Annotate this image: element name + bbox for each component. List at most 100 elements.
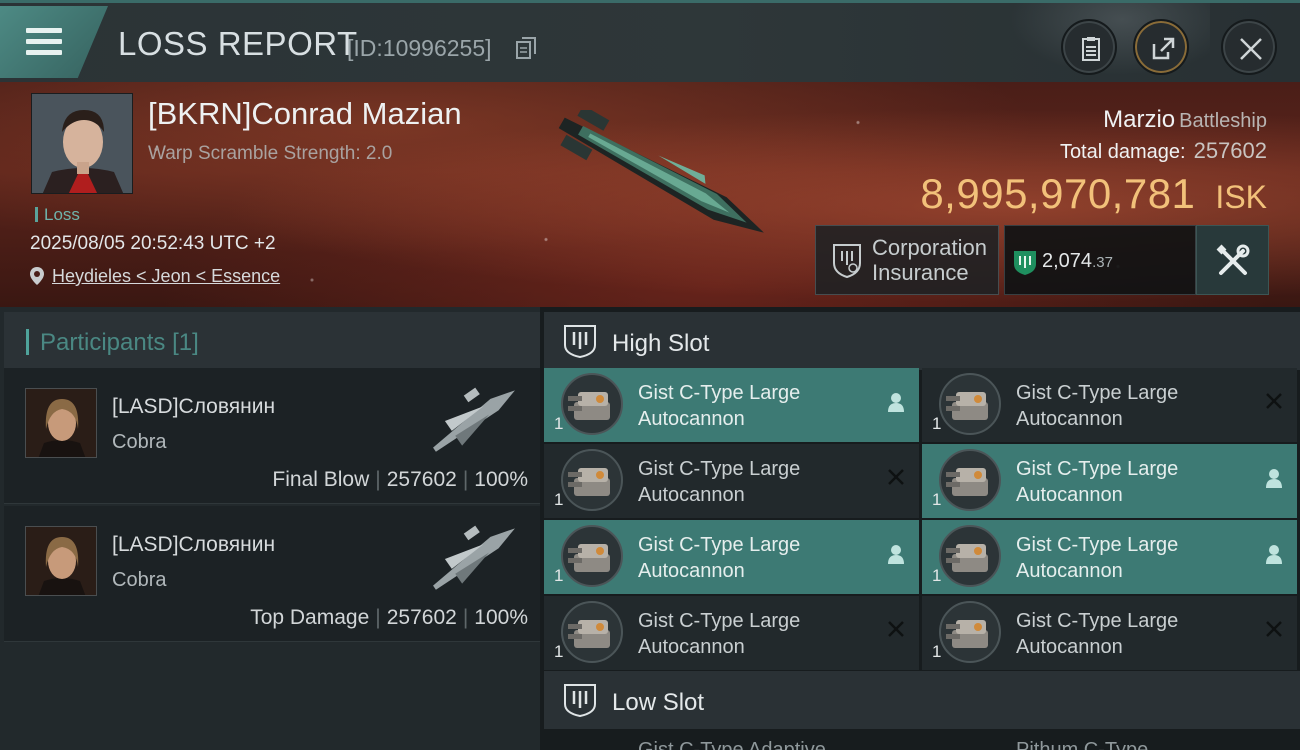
- share-icon: [1152, 37, 1175, 60]
- low-slot-module-peek[interactable]: Gist C-Type Adaptive: [638, 739, 826, 750]
- report-id: [ID:10996255]: [347, 35, 492, 61]
- stat-divider: |: [462, 606, 469, 629]
- participant-percent: 100%: [474, 468, 528, 491]
- module-quantity: 1: [554, 490, 564, 509]
- module-name-line2: Autocannon: [638, 636, 745, 658]
- participant-row[interactable]: [LASD]Словянин Cobra Final Blow | 257602 | 1…: [4, 368, 540, 504]
- autocannon-turret-icon: [560, 372, 624, 436]
- participant-role: Final Blow: [272, 468, 370, 491]
- insurance-shield-icon: [833, 244, 861, 279]
- stat-divider: |: [375, 606, 381, 629]
- total-damage-value: 257602: [1193, 138, 1267, 163]
- participants-count: [1]: [172, 329, 199, 356]
- page-title: LOSS REPORT: [118, 25, 358, 62]
- destroyed-cross-icon: [1265, 392, 1283, 415]
- module-quantity: 1: [554, 642, 564, 661]
- module-tile[interactable]: 1 Gist C-Type Large Autocannon: [544, 444, 919, 518]
- participant-avatar[interactable]: [25, 526, 97, 596]
- module-name: Gist C-Type Large Autocannon: [1016, 608, 1236, 660]
- module-quantity: 1: [932, 642, 942, 661]
- participant-percent: 100%: [474, 606, 528, 629]
- autocannon-turret-icon: [560, 524, 624, 588]
- dropped-person-icon: [1265, 544, 1283, 569]
- low-slot-module-peek[interactable]: Pithum C-Type: [1016, 739, 1148, 750]
- autocannon-turret-icon: [938, 448, 1002, 512]
- module-name-line2: Autocannon: [1016, 560, 1123, 582]
- victim-banner: [BKRN]Conrad Mazian Warp Scramble Streng…: [0, 82, 1300, 307]
- ship-name[interactable]: Marzio: [1103, 106, 1175, 133]
- module-tile[interactable]: 1 Gist C-Type Large Autocannon: [544, 368, 919, 442]
- module-name-line1: Gist C-Type Large: [638, 534, 801, 556]
- stat-divider: |: [375, 468, 381, 491]
- dropped-person-icon: [1265, 468, 1283, 493]
- module-name-line1: Gist C-Type Large: [1016, 534, 1179, 556]
- payout-amount-decimal: .37: [1092, 254, 1113, 271]
- fitting-button[interactable]: [1196, 225, 1269, 295]
- module-name-line1: Gist C-Type Large: [638, 382, 801, 404]
- close-button[interactable]: [1221, 19, 1277, 75]
- low-slot-label: Low Slot: [612, 689, 705, 716]
- participant-damage: 257602: [386, 468, 457, 491]
- isk-value-line: 8,995,970,781 ISK: [920, 170, 1267, 218]
- participant-ship: Cobra: [112, 431, 167, 453]
- module-tile[interactable]: 1 Gist C-Type Large Autocannon: [922, 596, 1297, 670]
- participant-row[interactable]: [LASD]Словянин Cobra Top Damage | 257602 | 1…: [4, 506, 540, 642]
- module-quantity: 1: [554, 414, 564, 433]
- participant-name[interactable]: [LASD]Словянин: [112, 395, 275, 419]
- module-tile[interactable]: 1 Gist C-Type Large Autocannon: [544, 596, 919, 670]
- participants-label: Participants: [40, 329, 166, 356]
- participant-role: Top Damage: [250, 606, 370, 629]
- location-text[interactable]: Heydieles < Jeon < Essence: [52, 266, 280, 286]
- autocannon-turret-icon: [938, 524, 1002, 588]
- victim-avatar[interactable]: [31, 93, 133, 194]
- destroyed-cross-icon: [887, 620, 905, 643]
- module-name: Gist C-Type Large Autocannon: [1016, 380, 1236, 432]
- menu-button[interactable]: [0, 6, 108, 78]
- participants-accent-bar: [26, 329, 29, 355]
- participant-avatar[interactable]: [25, 388, 97, 458]
- module-name: Gist C-Type Large Autocannon: [638, 532, 858, 584]
- total-damage-label: Total damage:: [1059, 141, 1186, 163]
- insurance-label: Corporation Insurance: [872, 235, 987, 285]
- module-name-line1: Gist C-Type Large: [638, 458, 801, 480]
- battleship-render: [558, 110, 764, 233]
- participants-header[interactable]: Participants [1]: [4, 312, 540, 370]
- low-slot-header: Low Slot: [544, 671, 1300, 729]
- module-name: Gist C-Type Large Autocannon: [638, 456, 858, 508]
- autocannon-turret-icon: [560, 600, 624, 664]
- autocannon-turret-icon: [938, 600, 1002, 664]
- module-name: Gist C-Type Large Autocannon: [1016, 532, 1236, 584]
- module-name-line2: Autocannon: [1016, 636, 1123, 658]
- ship-info: Marzio Battleship: [1103, 106, 1267, 134]
- stat-divider: |: [462, 468, 469, 491]
- module-tile[interactable]: 1 Gist C-Type Large Autocannon: [922, 520, 1297, 594]
- loss-status-tag: Loss: [34, 205, 80, 225]
- module-name-line2: Autocannon: [638, 408, 745, 430]
- module-quantity: 1: [554, 566, 564, 585]
- clipboard-button[interactable]: [1061, 19, 1117, 75]
- participant-ship: Cobra: [112, 569, 167, 591]
- fitting-panel: High Slot 1 Gist C-Type Large Autocannon 1 G…: [540, 307, 1300, 750]
- payout-amount: 2,074.37: [1042, 250, 1113, 273]
- location-link[interactable]: Heydieles < Jeon < Essence: [30, 266, 280, 287]
- corporation-insurance-button[interactable]: Corporation Insurance: [815, 225, 999, 295]
- participants-title: Participants [1]: [40, 329, 199, 357]
- copy-icon[interactable]: [516, 37, 536, 59]
- module-tile[interactable]: 1 Gist C-Type Large Autocannon: [922, 444, 1297, 518]
- participant-name[interactable]: [LASD]Словянин: [112, 533, 275, 557]
- module-name: Gist C-Type Large Autocannon: [1016, 456, 1236, 508]
- participant-stats: Final Blow | 257602 | 100%: [272, 468, 528, 492]
- module-name-line1: Gist C-Type Large: [1016, 458, 1179, 480]
- destroyed-cross-icon: [887, 468, 905, 491]
- participant-damage: 257602: [386, 606, 457, 629]
- module-name: Gist C-Type Large Autocannon: [638, 380, 858, 432]
- close-icon: [1240, 38, 1262, 60]
- isk-value: 8,995,970,781: [920, 170, 1196, 217]
- participant-stats: Top Damage | 257602 | 100%: [250, 606, 528, 630]
- module-tile[interactable]: 1 Gist C-Type Large Autocannon: [922, 368, 1297, 442]
- share-button[interactable]: [1133, 19, 1189, 75]
- victim-name[interactable]: [BKRN]Conrad Mazian: [148, 96, 462, 132]
- dropped-person-icon: [887, 544, 905, 569]
- header-bar: LOSS REPORT [ID:10996255]: [0, 0, 1300, 85]
- module-tile[interactable]: 1 Gist C-Type Large Autocannon: [544, 520, 919, 594]
